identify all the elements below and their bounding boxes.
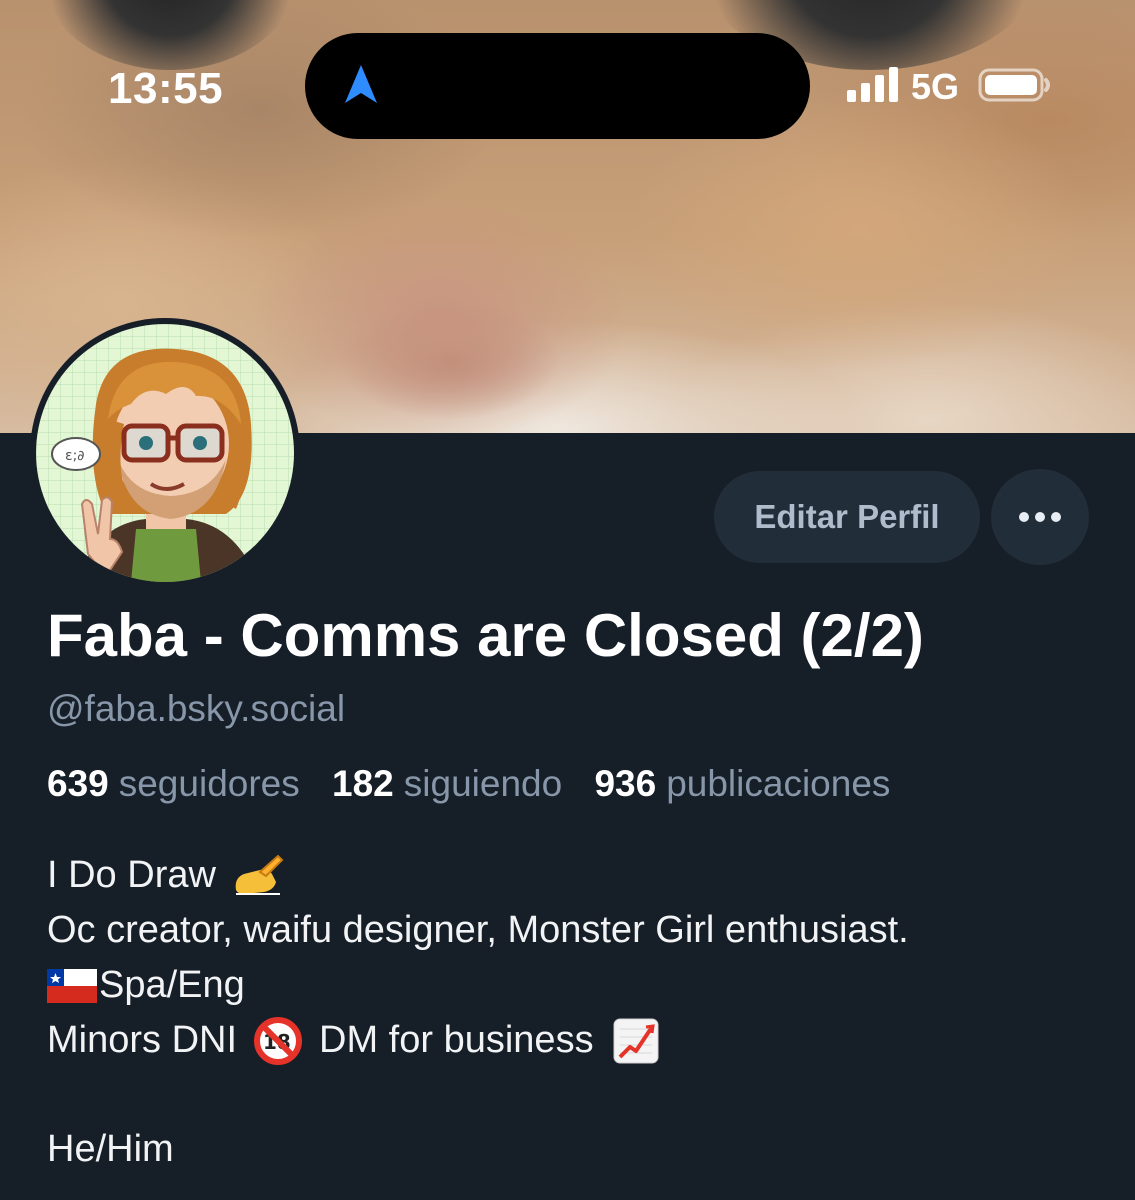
battery-icon (978, 68, 1050, 102)
network-type-label: 5G (911, 66, 960, 107)
bio-text: Minors DNI (47, 1019, 238, 1061)
followers-stat[interactable]: 639 seguidores (47, 763, 332, 804)
signal-bars-icon (847, 67, 898, 102)
dynamic-island (305, 33, 810, 139)
profile-handle[interactable]: @faba.bsky.social (47, 688, 345, 730)
bio-text: DM for business (319, 1019, 594, 1061)
bio-line: Oc creator, waifu designer, Monster Girl… (47, 903, 1117, 958)
bio-line: Spa/Eng (47, 958, 1117, 1013)
profile-stats: 639 seguidores 182 siguiendo 936 publicacio… (47, 763, 912, 805)
posts-count: 936 (594, 763, 657, 804)
chile-flag-emoji (47, 968, 97, 1003)
chart-increasing-emoji (613, 1018, 659, 1063)
posts-stat: 936 publicaciones (594, 763, 912, 804)
following-label: siguiendo (403, 763, 563, 804)
bio-line: I Do Draw (47, 848, 1117, 903)
following-count: 182 (332, 763, 394, 804)
more-options-button[interactable] (991, 469, 1089, 565)
following-stat[interactable]: 182 siguiendo (332, 763, 594, 804)
bio-text: I Do Draw (47, 854, 216, 896)
followers-label: seguidores (118, 763, 300, 804)
display-name: Faba - Comms are Closed (2/2) (47, 602, 924, 669)
edit-profile-button[interactable]: Editar Perfil (714, 471, 980, 563)
svg-text:ε;∂: ε;∂ (65, 448, 85, 464)
followers-count: 639 (47, 763, 109, 804)
no-one-under-18-emoji: 18 (254, 1016, 303, 1065)
avatar-illustration: ε;∂ (36, 324, 294, 582)
more-horizontal-icon (1019, 512, 1061, 522)
status-time: 13:55 (108, 64, 224, 113)
profile-screen: 13:55 5G ε;∂ Editar Perfil Faba - Comms … (0, 0, 1135, 1200)
bio-text: He/Him (47, 1128, 174, 1170)
writing-hand-emoji (235, 854, 284, 895)
posts-label: publicaciones (666, 763, 891, 804)
avatar[interactable]: ε;∂ (30, 318, 300, 588)
bio-blank-line (47, 1068, 1117, 1122)
navigation-arrow-icon (345, 65, 377, 103)
bio-line: He/Him (47, 1122, 1117, 1177)
bio-text: Oc creator, waifu designer, Monster Girl… (47, 909, 909, 951)
banner-cat-eye-left (40, 0, 300, 70)
bio-line: Minors DNI 18 DM for business (47, 1013, 1117, 1068)
profile-bio: I Do Draw Oc creator, waifu designer, Mo… (47, 848, 1117, 1177)
bio-text: Spa/Eng (99, 964, 245, 1006)
